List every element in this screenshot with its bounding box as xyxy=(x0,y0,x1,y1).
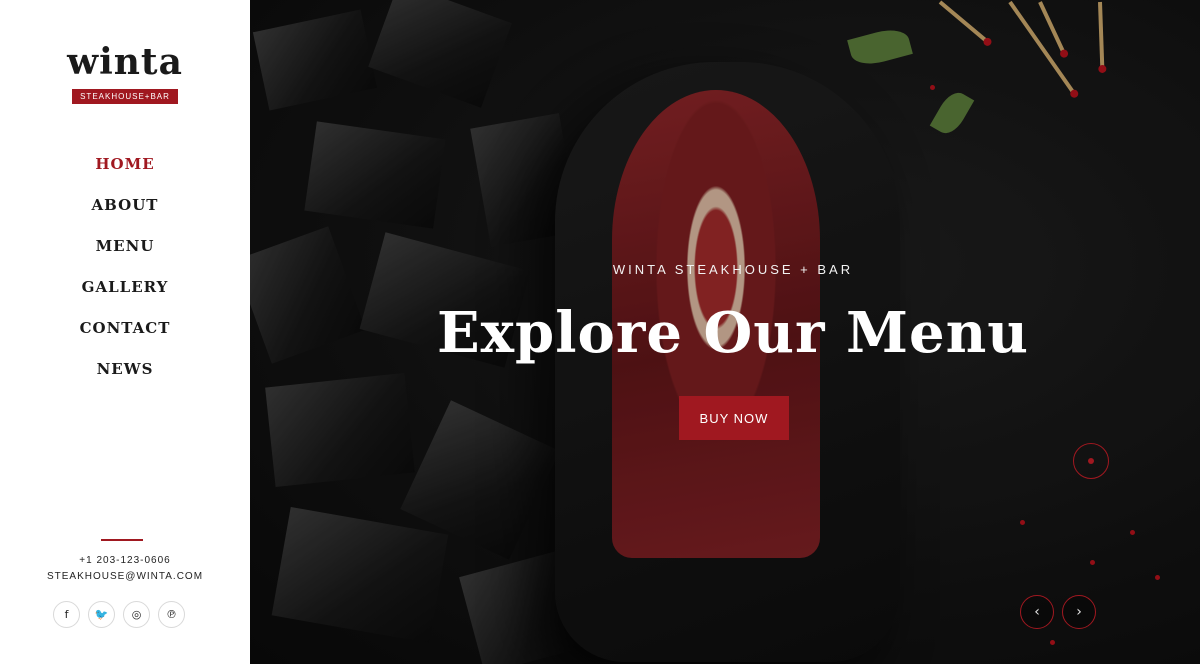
nav-item-home[interactable]: HOME xyxy=(0,150,250,191)
facebook-icon[interactable]: f xyxy=(53,601,80,628)
slide-indicator[interactable] xyxy=(1073,443,1109,479)
contact-phone[interactable]: +1 203-123-0606 xyxy=(0,553,250,569)
brand-name: winta xyxy=(67,41,183,83)
prev-slide-button[interactable]: ‹ xyxy=(1020,595,1054,629)
contact-email[interactable]: STEAKHOUSE@WINTA.COM xyxy=(0,569,250,585)
pinterest-icon[interactable]: ℗ xyxy=(158,601,185,628)
next-slide-button[interactable]: › xyxy=(1062,595,1096,629)
contact-divider xyxy=(101,539,143,541)
main-nav: HOME ABOUT MENU GALLERY CONTACT NEWS xyxy=(0,150,250,396)
hero-section: WINTA STEAKHOUSE + BAR Explore Our Menu … xyxy=(250,0,1200,664)
nav-item-menu[interactable]: MENU xyxy=(0,232,250,273)
contact-info: +1 203-123-0606 STEAKHOUSE@WINTA.COM xyxy=(0,553,250,585)
sidebar: winta STEAKHOUSE+BAR HOME ABOUT MENU GAL… xyxy=(0,0,250,664)
nav-item-contact[interactable]: CONTACT xyxy=(0,314,250,355)
hero-headline: Explore Our Menu xyxy=(436,300,1030,366)
nav-item-news[interactable]: NEWS xyxy=(0,355,250,396)
hero-subtitle: WINTA STEAKHOUSE + BAR xyxy=(612,262,854,277)
nav-item-gallery[interactable]: GALLERY xyxy=(0,273,250,314)
social-links: f 🐦 ◎ ℗ xyxy=(53,601,185,628)
brand-tagline: STEAKHOUSE+BAR xyxy=(72,89,178,104)
nav-item-about[interactable]: ABOUT xyxy=(0,191,250,232)
instagram-icon[interactable]: ◎ xyxy=(123,601,150,628)
twitter-icon[interactable]: 🐦 xyxy=(88,601,115,628)
buy-now-button[interactable]: BUY NOW xyxy=(679,396,789,440)
brand-logo[interactable]: winta STEAKHOUSE+BAR xyxy=(0,40,250,104)
